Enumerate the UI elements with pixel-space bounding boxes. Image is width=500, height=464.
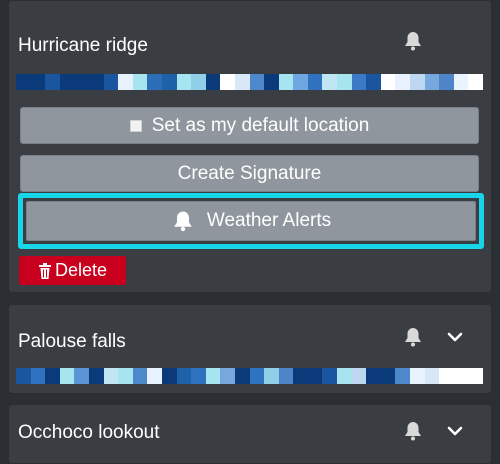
- forecast-cell: [234, 74, 250, 90]
- forecast-cell: [74, 368, 89, 384]
- forecast-cell: [380, 74, 396, 90]
- delete-label: Delete: [55, 260, 108, 280]
- forecast-cell: [147, 74, 162, 90]
- forecast-cell: [410, 74, 425, 90]
- forecast-cell: [410, 368, 425, 384]
- location-card-palouse-falls: Palouse falls: [8, 304, 492, 394]
- forecast-cell: [337, 368, 352, 384]
- forecast-cell: [191, 368, 206, 384]
- delete-button[interactable]: Delete: [19, 256, 126, 285]
- set-default-location-button[interactable]: Set as my default location: [20, 107, 479, 144]
- forecast-cell: [424, 74, 440, 90]
- location-title[interactable]: Palouse falls: [18, 331, 126, 353]
- forecast-cell: [59, 368, 75, 384]
- forecast-cell: [351, 74, 367, 90]
- forecast-cell: [278, 74, 294, 90]
- forecast-cell: [395, 74, 411, 90]
- forecast-cell: [147, 368, 162, 384]
- forecast-cell: [424, 368, 440, 384]
- forecast-cell: [322, 368, 338, 384]
- forecast-cell: [205, 368, 221, 384]
- weather-alerts-label: Weather Alerts: [206, 210, 332, 231]
- forecast-cell: [88, 74, 104, 90]
- forecast-cell: [293, 368, 308, 384]
- forecast-cell: [234, 368, 250, 384]
- forecast-cell: [395, 368, 411, 384]
- bell-icon: [171, 209, 195, 233]
- forecast-cell: [74, 74, 89, 90]
- forecast-cell: [366, 368, 381, 384]
- forecast-cell: [264, 74, 279, 90]
- weather-alerts-inner[interactable]: Weather Alerts: [26, 201, 476, 241]
- forecast-cell: [161, 74, 177, 90]
- forecast-cell: [118, 74, 133, 90]
- weather-alerts-button[interactable]: Weather Alerts: [18, 193, 484, 249]
- location-title[interactable]: Occhoco lookout: [18, 422, 160, 444]
- forecast-cell: [468, 368, 483, 384]
- forecast-cell: [88, 368, 104, 384]
- forecast-strip[interactable]: [16, 74, 483, 90]
- forecast-cell: [380, 368, 396, 384]
- forecast-cell: [220, 74, 235, 90]
- location-card-occhoco-lookout: Occhoco lookout: [8, 404, 492, 464]
- forecast-cell: [322, 74, 338, 90]
- forecast-cell: [30, 368, 46, 384]
- forecast-cell: [337, 74, 352, 90]
- forecast-cell: [205, 74, 221, 90]
- locations-page: Hurricane ridge Set as my default locati…: [0, 0, 500, 464]
- forecast-cell: [103, 74, 119, 90]
- forecast-cell: [132, 74, 148, 90]
- forecast-cell: [307, 74, 323, 90]
- forecast-cell: [132, 368, 148, 384]
- forecast-cell: [118, 368, 133, 384]
- forecast-cell: [30, 74, 46, 90]
- forecast-cell: [45, 368, 60, 384]
- forecast-cell: [161, 368, 177, 384]
- forecast-cell: [16, 368, 31, 384]
- forecast-cell: [366, 74, 381, 90]
- trash-icon: [37, 262, 53, 280]
- forecast-cell: [439, 368, 454, 384]
- forecast-strip[interactable]: [16, 368, 483, 384]
- forecast-cell: [453, 74, 469, 90]
- forecast-cell: [176, 74, 192, 90]
- forecast-cell: [264, 368, 279, 384]
- location-card-hurricane-ridge: Hurricane ridge Set as my default locati…: [8, 0, 492, 293]
- create-signature-label: Create Signature: [177, 162, 322, 184]
- chevron-down-icon[interactable]: [444, 420, 466, 442]
- forecast-cell: [220, 368, 235, 384]
- forecast-cell: [453, 368, 469, 384]
- default-location-checkbox[interactable]: [129, 119, 142, 132]
- forecast-cell: [103, 368, 119, 384]
- forecast-cell: [45, 74, 60, 90]
- forecast-cell: [59, 74, 75, 90]
- forecast-cell: [191, 74, 206, 90]
- bell-icon[interactable]: [402, 326, 424, 348]
- forecast-cell: [176, 368, 192, 384]
- set-default-location-label: Set as my default location: [151, 114, 370, 136]
- forecast-cell: [351, 368, 367, 384]
- bell-icon[interactable]: [402, 30, 424, 52]
- location-title[interactable]: Hurricane ridge: [18, 35, 148, 57]
- forecast-cell: [16, 74, 31, 90]
- forecast-cell: [249, 74, 265, 90]
- forecast-cell: [278, 368, 294, 384]
- create-signature-button[interactable]: Create Signature: [20, 155, 479, 192]
- forecast-cell: [439, 74, 454, 90]
- bell-icon[interactable]: [402, 420, 424, 442]
- forecast-cell: [293, 74, 308, 90]
- chevron-down-icon[interactable]: [444, 326, 466, 348]
- forecast-cell: [468, 74, 483, 90]
- forecast-cell: [249, 368, 265, 384]
- forecast-cell: [307, 368, 323, 384]
